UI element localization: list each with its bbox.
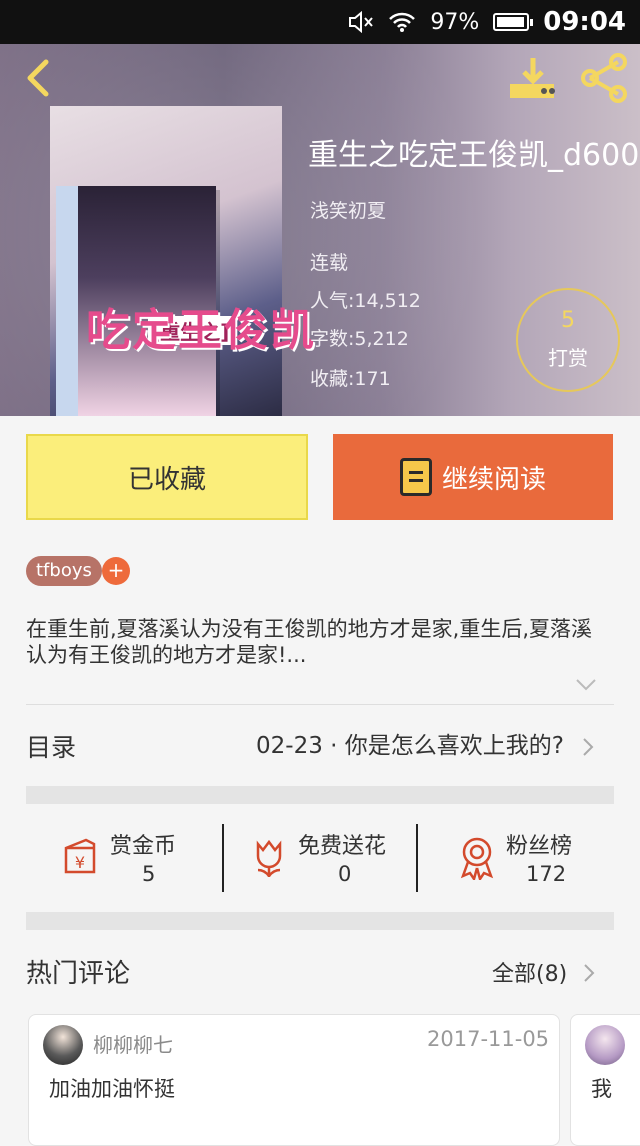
book-status: 连载 bbox=[310, 252, 349, 274]
wifi-icon bbox=[389, 12, 416, 32]
comment-text: 我 bbox=[591, 1077, 612, 1101]
synopsis: 在重生前,夏落溪认为没有王俊凯的地方才是家,重生后,夏落溪认为有王俊凯的地方才是… bbox=[26, 617, 593, 667]
back-arrow-icon[interactable] bbox=[18, 56, 58, 100]
battery-level bbox=[497, 17, 525, 27]
chevron-down-icon[interactable] bbox=[574, 676, 598, 692]
stat-value: 5 bbox=[142, 862, 156, 886]
comment-text: 加油加油怀挺 bbox=[49, 1077, 175, 1101]
section-divider bbox=[26, 912, 614, 930]
red-envelope-icon: ¥ bbox=[64, 838, 96, 874]
book-word-count: 字数:5,212 bbox=[310, 328, 409, 350]
tag-chip[interactable]: tfboys bbox=[26, 556, 102, 586]
toc-latest-chapter[interactable]: 02-23 · 你是怎么喜欢上我的? bbox=[256, 726, 564, 760]
stat-coins[interactable]: ¥ 赏金币 5 bbox=[58, 820, 208, 896]
mute-icon bbox=[349, 11, 374, 33]
book-cover[interactable]: [重生之] 吃定王俊凯 bbox=[50, 106, 314, 416]
cover-title: 吃定王俊凯 bbox=[86, 305, 316, 356]
stat-label: 粉丝榜 bbox=[506, 834, 573, 859]
battery-icon bbox=[493, 13, 534, 31]
hot-comments-title: 热门评论 bbox=[26, 959, 131, 989]
stat-separator bbox=[416, 824, 418, 892]
stat-value: 0 bbox=[338, 862, 352, 886]
stat-separator bbox=[222, 824, 224, 892]
download-icon[interactable] bbox=[506, 54, 560, 102]
book-icon bbox=[399, 458, 432, 496]
chevron-right-icon[interactable] bbox=[582, 962, 596, 984]
ribbon-badge-icon bbox=[460, 837, 494, 880]
book-favorites: 收藏:171 bbox=[310, 368, 391, 390]
comment-date: 2017-11-05 bbox=[427, 1027, 550, 1051]
stat-label: 赏金币 bbox=[110, 834, 177, 859]
status-bar: 97% 09:04 bbox=[0, 0, 640, 44]
toc-label[interactable]: 目录 bbox=[26, 728, 76, 764]
share-icon[interactable] bbox=[578, 52, 632, 104]
favorited-label: 已收藏 bbox=[127, 464, 206, 495]
avatar[interactable] bbox=[585, 1025, 625, 1065]
all-comments-link[interactable]: 全部(8) bbox=[492, 956, 567, 988]
comment-username[interactable]: 柳柳柳七 bbox=[93, 1029, 173, 1058]
reward-count: 5 bbox=[561, 308, 575, 333]
favorited-button[interactable]: 已收藏 bbox=[26, 434, 308, 520]
stat-value: 172 bbox=[526, 862, 567, 886]
section-divider bbox=[26, 786, 614, 804]
reward-button[interactable]: 5 打赏 bbox=[516, 288, 620, 392]
stat-flowers[interactable]: 免费送花 0 bbox=[246, 820, 406, 896]
book-popularity: 人气:14,512 bbox=[310, 290, 421, 312]
stat-label: 免费送花 bbox=[298, 834, 387, 859]
continue-reading-button[interactable]: 继续阅读 bbox=[333, 434, 613, 520]
reward-label: 打赏 bbox=[548, 346, 588, 370]
comment-card[interactable]: 柳柳柳七 2017-11-05 加油加油怀挺 bbox=[28, 1014, 560, 1146]
book-author[interactable]: 浅笑初夏 bbox=[310, 196, 386, 223]
flower-icon bbox=[256, 839, 282, 877]
battery-percent: 97% bbox=[430, 9, 480, 35]
continue-reading-label: 继续阅读 bbox=[441, 464, 546, 495]
comment-card[interactable]: 我 bbox=[570, 1014, 640, 1146]
book-title: 重生之吃定王俊凯_d600 bbox=[308, 138, 640, 173]
avatar[interactable] bbox=[43, 1025, 83, 1065]
stat-fans[interactable]: 粉丝榜 172 bbox=[454, 820, 604, 896]
svg-text:¥: ¥ bbox=[75, 853, 85, 872]
divider bbox=[26, 704, 614, 705]
clock: 09:04 bbox=[543, 7, 626, 37]
add-tag-button[interactable]: + bbox=[102, 557, 130, 585]
book-header: [重生之] 吃定王俊凯 重生之吃定王俊凯_d600 浅笑初夏 连载 人气:14,… bbox=[0, 44, 640, 416]
cover-spine bbox=[56, 186, 78, 416]
chevron-right-icon[interactable] bbox=[581, 736, 595, 758]
